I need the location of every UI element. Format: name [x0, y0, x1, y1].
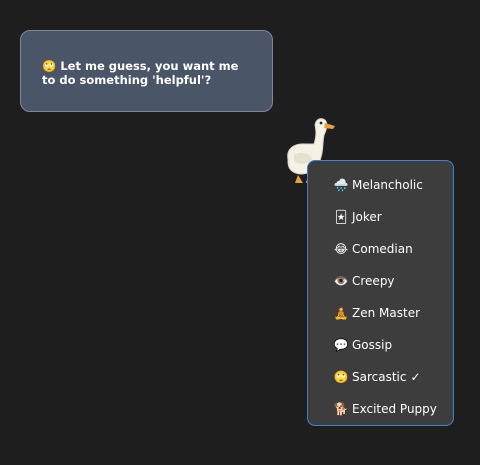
menu-item-creepy[interactable]: 👁️ Creepy [308, 265, 453, 297]
menu-item-label: Gossip [352, 338, 393, 352]
menu-item-label: Creepy [352, 274, 395, 288]
eye-roll-icon: 🙄 [333, 370, 349, 384]
eye-icon: 👁️ [333, 274, 349, 288]
checkmark-icon: ✓ [410, 370, 421, 384]
menu-item-label: Sarcastic [352, 370, 407, 384]
personality-menu: 🌧️ Melancholic 🃏 Joker 😂 Comedian 👁️ Cre… [307, 160, 454, 426]
speech-bubble-text: Let me guess, you want me to do somethin… [42, 59, 239, 87]
goose-beak [324, 123, 335, 129]
menu-item-sarcastic[interactable]: 🙄 Sarcastic ✓ [308, 361, 453, 393]
dog-icon: 🐕 [333, 402, 349, 416]
joker-card-icon: 🃏 [334, 210, 348, 224]
menu-item-gossip[interactable]: 💬 Gossip [308, 329, 453, 361]
speech-bubble: 🙄 Let me guess, you want me to do somethi… [20, 30, 273, 112]
menu-item-excited-puppy[interactable]: 🐕 Excited Puppy [308, 393, 453, 425]
goose-eye [319, 121, 323, 125]
eye-roll-icon: 🙄 [42, 59, 57, 73]
menu-item-label: Zen Master [352, 306, 421, 320]
menu-item-label: Melancholic [352, 178, 423, 192]
menu-item-melancholic[interactable]: 🌧️ Melancholic [308, 169, 453, 201]
laughing-face-icon: 😂 [333, 242, 349, 256]
meditation-icon: 🧘 [333, 306, 349, 320]
goose-foot-left [295, 175, 303, 183]
menu-item-label: Comedian [352, 242, 413, 256]
rain-cloud-icon: 🌧️ [333, 178, 349, 192]
speech-bubble-icon: 💬 [333, 338, 349, 352]
menu-item-joker[interactable]: 🃏 Joker [308, 201, 453, 233]
menu-item-zen-master[interactable]: 🧘 Zen Master [308, 297, 453, 329]
desktop-stage: 🙄 Let me guess, you want me to do somethi… [0, 0, 480, 465]
menu-item-comedian[interactable]: 😂 Comedian [308, 233, 453, 265]
menu-item-label: Joker [352, 210, 382, 224]
menu-item-label: Excited Puppy [352, 402, 437, 416]
